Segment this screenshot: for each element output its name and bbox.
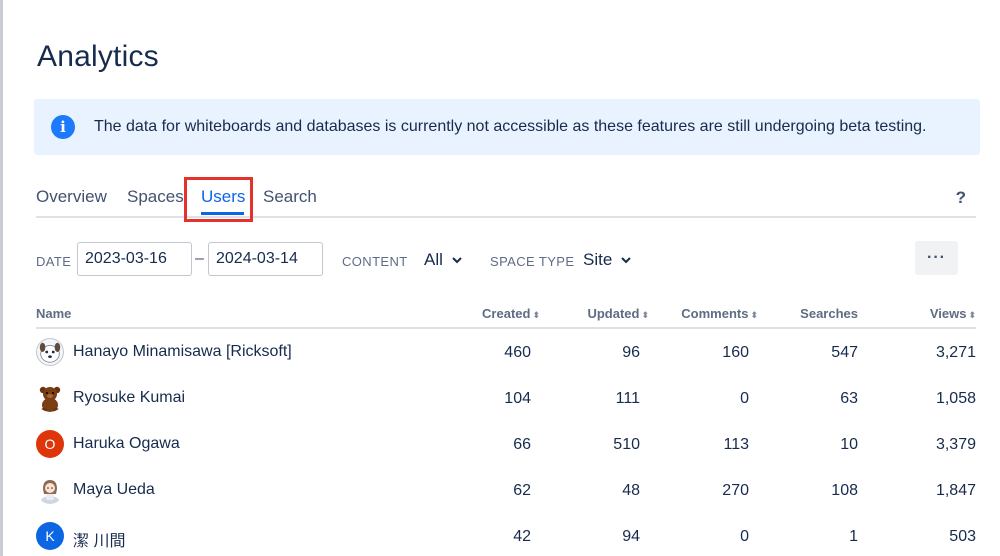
analytics-tabs: Overview Spaces Users Search ?: [36, 178, 976, 218]
cell-comments: 113: [723, 436, 749, 453]
col-name-header[interactable]: Name: [36, 306, 71, 321]
more-options-button[interactable]: ···: [915, 241, 958, 275]
table-row: Maya Ueda 62 48 270 108 1,847: [36, 467, 976, 513]
cell-comments: 160: [722, 344, 749, 361]
cell-updated: 96: [622, 344, 640, 361]
cell-views: 3,379: [935, 436, 976, 453]
tab-overview[interactable]: Overview: [36, 187, 107, 207]
initial-avatar: K: [36, 522, 64, 550]
bear-avatar: [36, 384, 64, 412]
space-type-value: Site: [583, 250, 613, 269]
tab-search[interactable]: Search: [263, 187, 317, 207]
cell-searches: 1: [849, 528, 858, 545]
cell-updated: 94: [622, 528, 640, 545]
user-name[interactable]: Ryosuke Kumai: [73, 389, 185, 407]
col-created-header[interactable]: Created ⬍: [482, 306, 540, 321]
space-type-label: SPACE TYPE: [490, 254, 575, 269]
col-comments-header[interactable]: Comments ⬍: [681, 306, 758, 321]
date-to-input[interactable]: 2024-03-14: [208, 242, 323, 276]
content-label: CONTENT: [342, 254, 408, 269]
cell-created: 460: [504, 344, 531, 361]
table-row: K 潔 川間 42 94 0 1 503: [36, 513, 976, 556]
cell-comments: 0: [740, 528, 749, 545]
cell-created: 42: [513, 528, 531, 545]
cell-searches: 63: [840, 390, 858, 407]
date-separator: –: [195, 250, 204, 267]
help-icon[interactable]: ?: [956, 188, 966, 208]
chevron-down-icon: [621, 257, 632, 264]
cell-searches: 547: [831, 344, 858, 361]
col-comments-label: Comments: [681, 306, 749, 321]
col-searches-header[interactable]: Searches: [800, 306, 858, 321]
col-views-label: Views: [929, 306, 967, 321]
cell-updated: 111: [615, 390, 640, 407]
col-created-label: Created: [482, 306, 531, 321]
cell-created: 104: [504, 390, 531, 407]
chevron-down-icon: [452, 257, 462, 264]
user-name[interactable]: 潔 川間: [73, 527, 125, 551]
cell-updated: 48: [622, 482, 640, 499]
sort-icon: ⬍: [641, 310, 649, 320]
cell-updated: 510: [613, 436, 640, 453]
window-left-border: [0, 0, 3, 556]
sort-icon: ⬍: [968, 310, 976, 320]
users-tab-highlight: [184, 177, 253, 222]
info-icon: i: [51, 115, 75, 139]
cell-searches: 10: [840, 436, 858, 453]
dog-face-avatar: [36, 338, 64, 366]
col-updated-label: Updated: [587, 306, 640, 321]
user-name[interactable]: Maya Ueda: [73, 481, 155, 499]
filter-bar: DATE 2023-03-16 – 2024-03-14 CONTENT All…: [36, 241, 976, 277]
users-table: Name Created ⬍ Updated ⬍ Comments ⬍ Searche…: [36, 298, 976, 556]
info-banner: i The data for whiteboards and databases…: [34, 99, 980, 155]
cell-created: 66: [513, 436, 531, 453]
user-name[interactable]: Haruka Ogawa: [73, 435, 180, 453]
cell-views: 1,058: [935, 390, 976, 407]
cell-created: 62: [513, 482, 531, 499]
content-dropdown[interactable]: All: [424, 250, 463, 270]
initial-avatar: O: [36, 430, 64, 458]
content-value: All: [424, 250, 443, 269]
table-row: Hanayo Minamisawa [Ricksoft] 460 96 160 …: [36, 329, 976, 375]
sort-icon: ⬍: [532, 310, 540, 320]
sort-icon: ⬍: [750, 310, 758, 320]
col-views-header[interactable]: Views ⬍: [930, 306, 976, 321]
person-illustration-icon: [41, 480, 59, 504]
cell-comments: 0: [740, 390, 749, 407]
table-row: O Haruka Ogawa 66 510 113 10 3,379: [36, 421, 976, 467]
bear-icon: [39, 386, 61, 412]
dog-face-icon: [39, 342, 61, 363]
cell-views: 503: [949, 528, 976, 545]
cell-searches: 108: [831, 482, 858, 499]
table-header: Name Created ⬍ Updated ⬍ Comments ⬍ Searche…: [36, 298, 976, 329]
space-type-dropdown[interactable]: Site: [583, 250, 632, 270]
table-row: Ryosuke Kumai 104 111 0 63 1,058: [36, 375, 976, 421]
person-illustration-avatar: [36, 476, 64, 504]
user-name[interactable]: Hanayo Minamisawa [Ricksoft]: [73, 343, 292, 361]
banner-message: The data for whiteboards and databases i…: [94, 118, 927, 135]
date-from-input[interactable]: 2023-03-16: [77, 242, 192, 276]
cell-views: 3,271: [935, 344, 976, 361]
cell-views: 1,847: [935, 482, 976, 499]
date-label: DATE: [36, 254, 72, 269]
page-title: Analytics: [37, 40, 159, 73]
col-updated-header[interactable]: Updated ⬍: [587, 306, 649, 321]
cell-comments: 270: [722, 482, 749, 499]
tab-spaces[interactable]: Spaces: [127, 187, 184, 207]
